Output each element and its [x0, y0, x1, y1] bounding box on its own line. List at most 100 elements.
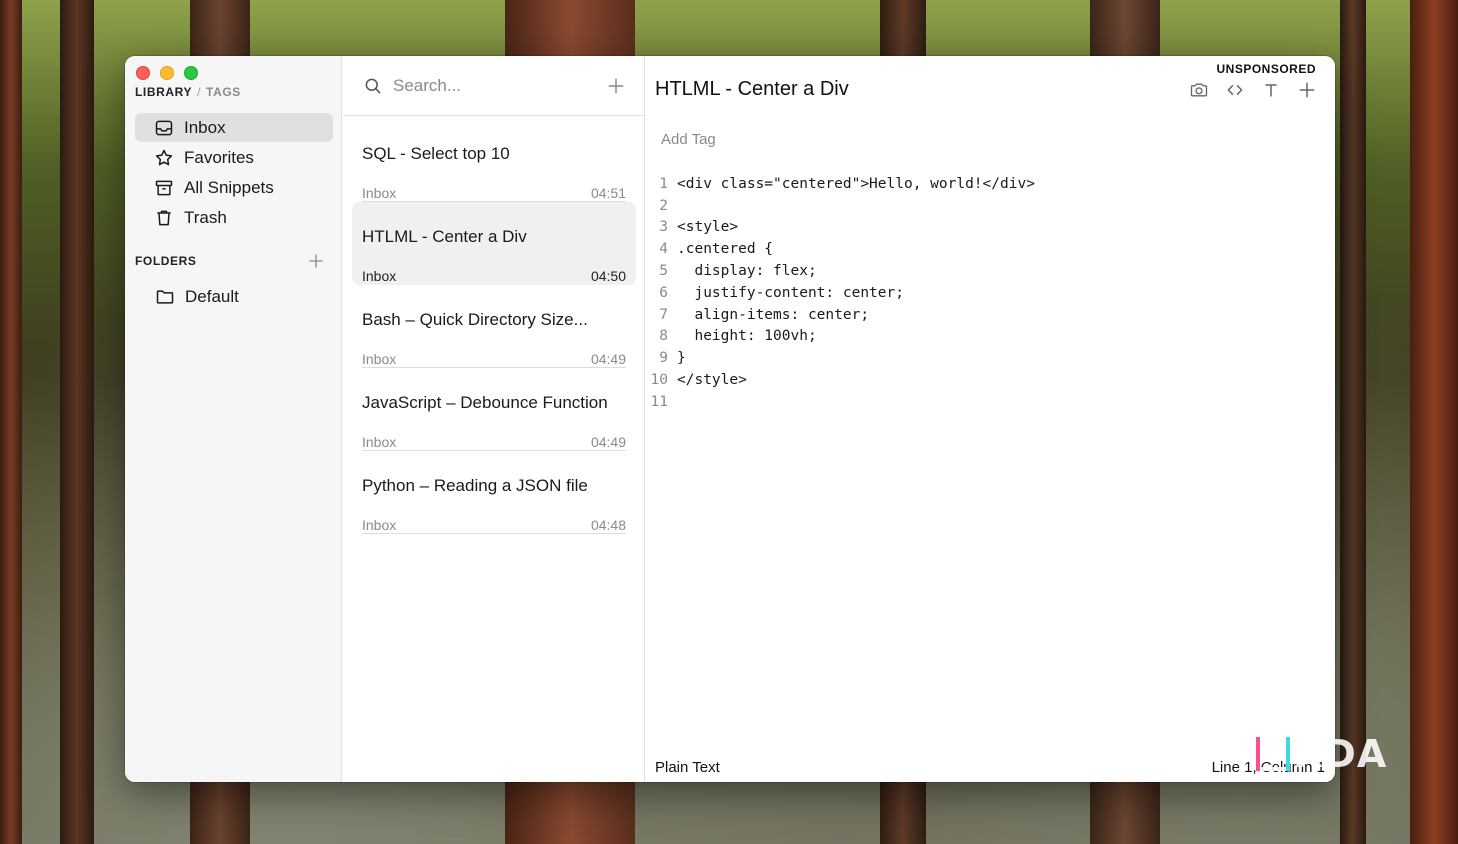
snippet-item[interactable]: Python – Reading a JSON file Inbox 04:48: [352, 451, 636, 534]
folders-header: FOLDERS: [135, 252, 325, 270]
snippet-title-field[interactable]: HTLML - Center a Div: [655, 78, 849, 101]
code-text: <style>: [677, 219, 739, 236]
line-number: 11: [650, 393, 668, 410]
code-line[interactable]: 2: [646, 195, 1335, 217]
add-tag-button[interactable]: Add Tag: [661, 131, 716, 148]
line-number: 4: [659, 241, 668, 258]
language-selector[interactable]: Plain Text: [655, 759, 720, 776]
line-number: 6: [659, 284, 668, 301]
trash-icon: [157, 210, 171, 225]
snippet-item[interactable]: JavaScript – Debounce Function Inbox 04:4…: [352, 368, 636, 451]
sidebar-item-favorites[interactable]: Favorites: [135, 143, 333, 172]
code-text: }: [677, 350, 686, 367]
code-text: <div class="centered">Hello, world!</div…: [677, 175, 1035, 192]
line-number: 9: [659, 350, 668, 367]
line-number: 1: [659, 175, 668, 192]
code-line[interactable]: 8 height: 100vh;: [646, 326, 1335, 348]
sidebar-item-label: Favorites: [184, 147, 254, 167]
snippet-time: 04:50: [590, 268, 626, 284]
tree-trunk: [1340, 0, 1366, 844]
add-snippet-icon[interactable]: [606, 76, 626, 96]
zoom-button[interactable]: [184, 66, 198, 80]
code-line[interactable]: 10 </style>: [646, 369, 1335, 391]
code-line[interactable]: 9}: [646, 347, 1335, 369]
line-number: 5: [659, 263, 668, 280]
tab-tags[interactable]: TAGS: [206, 85, 241, 99]
folder-label: Default: [185, 287, 239, 306]
line-number: 2: [659, 197, 668, 214]
minimize-button[interactable]: [160, 66, 174, 80]
snippet-title: HTLML - Center a Div: [362, 227, 527, 246]
close-button[interactable]: [136, 66, 150, 80]
divider: [362, 533, 626, 534]
camera-icon[interactable]: [1189, 80, 1209, 100]
snippet-folder: Inbox: [362, 517, 397, 533]
library-nav: Inbox Favorites All Snippets Trash: [135, 113, 333, 233]
tree-trunk: [60, 0, 94, 844]
tree-trunk: [0, 0, 22, 844]
watermark-text: XDA: [1294, 732, 1388, 776]
editor-panel: UNSPONSORED HTLML - Center a Div Add Tag…: [646, 56, 1335, 782]
line-number: 7: [659, 306, 668, 323]
snippet-time: 04:49: [590, 434, 626, 450]
snippet-folder: Inbox: [362, 268, 397, 284]
tree-trunk: [1410, 0, 1458, 844]
app-window: LIBRARY / TAGS Inbox Favorites All Snippet…: [125, 56, 1335, 782]
snippet-folder: Inbox: [362, 434, 397, 450]
snippet-time: 04:51: [590, 185, 626, 201]
text-format-icon[interactable]: [1261, 80, 1281, 100]
code-text: .centered {: [677, 241, 774, 258]
code-line[interactable]: 7 align-items: center;: [646, 304, 1335, 326]
code-text: justify-content: center;: [677, 284, 904, 301]
xda-logo-icon: [1256, 737, 1290, 771]
star-icon: [155, 149, 173, 165]
sidebar-item-label: Trash: [184, 207, 227, 227]
inbox-icon: [155, 120, 173, 135]
code-text: </style>: [677, 372, 747, 389]
sidebar: LIBRARY / TAGS Inbox Favorites All Snippet…: [125, 56, 342, 782]
snippet-title: Python – Reading a JSON file: [362, 476, 588, 495]
search-input[interactable]: [393, 75, 593, 96]
search-bar: [343, 56, 644, 116]
add-folder-icon[interactable]: [307, 252, 325, 270]
sidebar-item-inbox[interactable]: Inbox: [135, 113, 333, 142]
snippet-title: SQL - Select top 10: [362, 144, 510, 163]
xda-watermark-logo: XDA: [1256, 732, 1388, 776]
snippet-item[interactable]: Bash – Quick Directory Size... Inbox 04:4…: [352, 285, 636, 368]
editor-toolbar: [1189, 80, 1317, 100]
snippet-folder: Inbox: [362, 351, 397, 367]
code-text: height: 100vh;: [677, 328, 817, 345]
code-line[interactable]: 6 justify-content: center;: [646, 282, 1335, 304]
snippet-list: SQL - Select top 10 Inbox 04:51 HTLML - C…: [343, 119, 644, 534]
status-bar: Plain Text Line 1, Column 1: [655, 759, 1325, 776]
code-editor[interactable]: 1 <div class="centered">Hello, world!</di…: [646, 173, 1335, 413]
tab-library[interactable]: LIBRARY: [135, 85, 192, 99]
line-number: 8: [659, 328, 668, 345]
code-icon[interactable]: [1225, 80, 1245, 100]
snippet-time: 04:48: [590, 517, 626, 533]
folder-item-default[interactable]: Default: [155, 287, 239, 307]
line-number: 10: [650, 372, 668, 389]
tab-separator: /: [197, 85, 202, 99]
code-line[interactable]: 5 display: flex;: [646, 260, 1335, 282]
code-line[interactable]: 1 <div class="centered">Hello, world!</di…: [646, 173, 1335, 195]
folders-heading: FOLDERS: [135, 254, 197, 268]
code-line[interactable]: 11: [646, 391, 1335, 413]
snippet-time: 04:49: [590, 351, 626, 367]
snippet-title: JavaScript – Debounce Function: [362, 393, 608, 412]
sidebar-item-label: All Snippets: [184, 177, 274, 197]
library-tags-switch: LIBRARY / TAGS: [135, 85, 241, 99]
code-text: display: flex;: [677, 263, 817, 280]
snippet-item[interactable]: SQL - Select top 10 Inbox 04:51: [352, 119, 636, 202]
window-controls: [136, 66, 198, 80]
snippet-item-selected[interactable]: HTLML - Center a Div Inbox 04:50: [352, 202, 636, 285]
add-icon[interactable]: [1297, 80, 1317, 100]
sidebar-item-label: Inbox: [184, 117, 226, 137]
snippet-list-panel: SQL - Select top 10 Inbox 04:51 HTLML - C…: [343, 56, 645, 782]
snippet-folder: Inbox: [362, 185, 397, 201]
sidebar-item-trash[interactable]: Trash: [135, 203, 333, 232]
archive-icon: [155, 180, 173, 195]
code-line[interactable]: 3 <style>: [646, 217, 1335, 239]
sidebar-item-all-snippets[interactable]: All Snippets: [135, 173, 333, 202]
code-line[interactable]: 4 .centered {: [646, 238, 1335, 260]
